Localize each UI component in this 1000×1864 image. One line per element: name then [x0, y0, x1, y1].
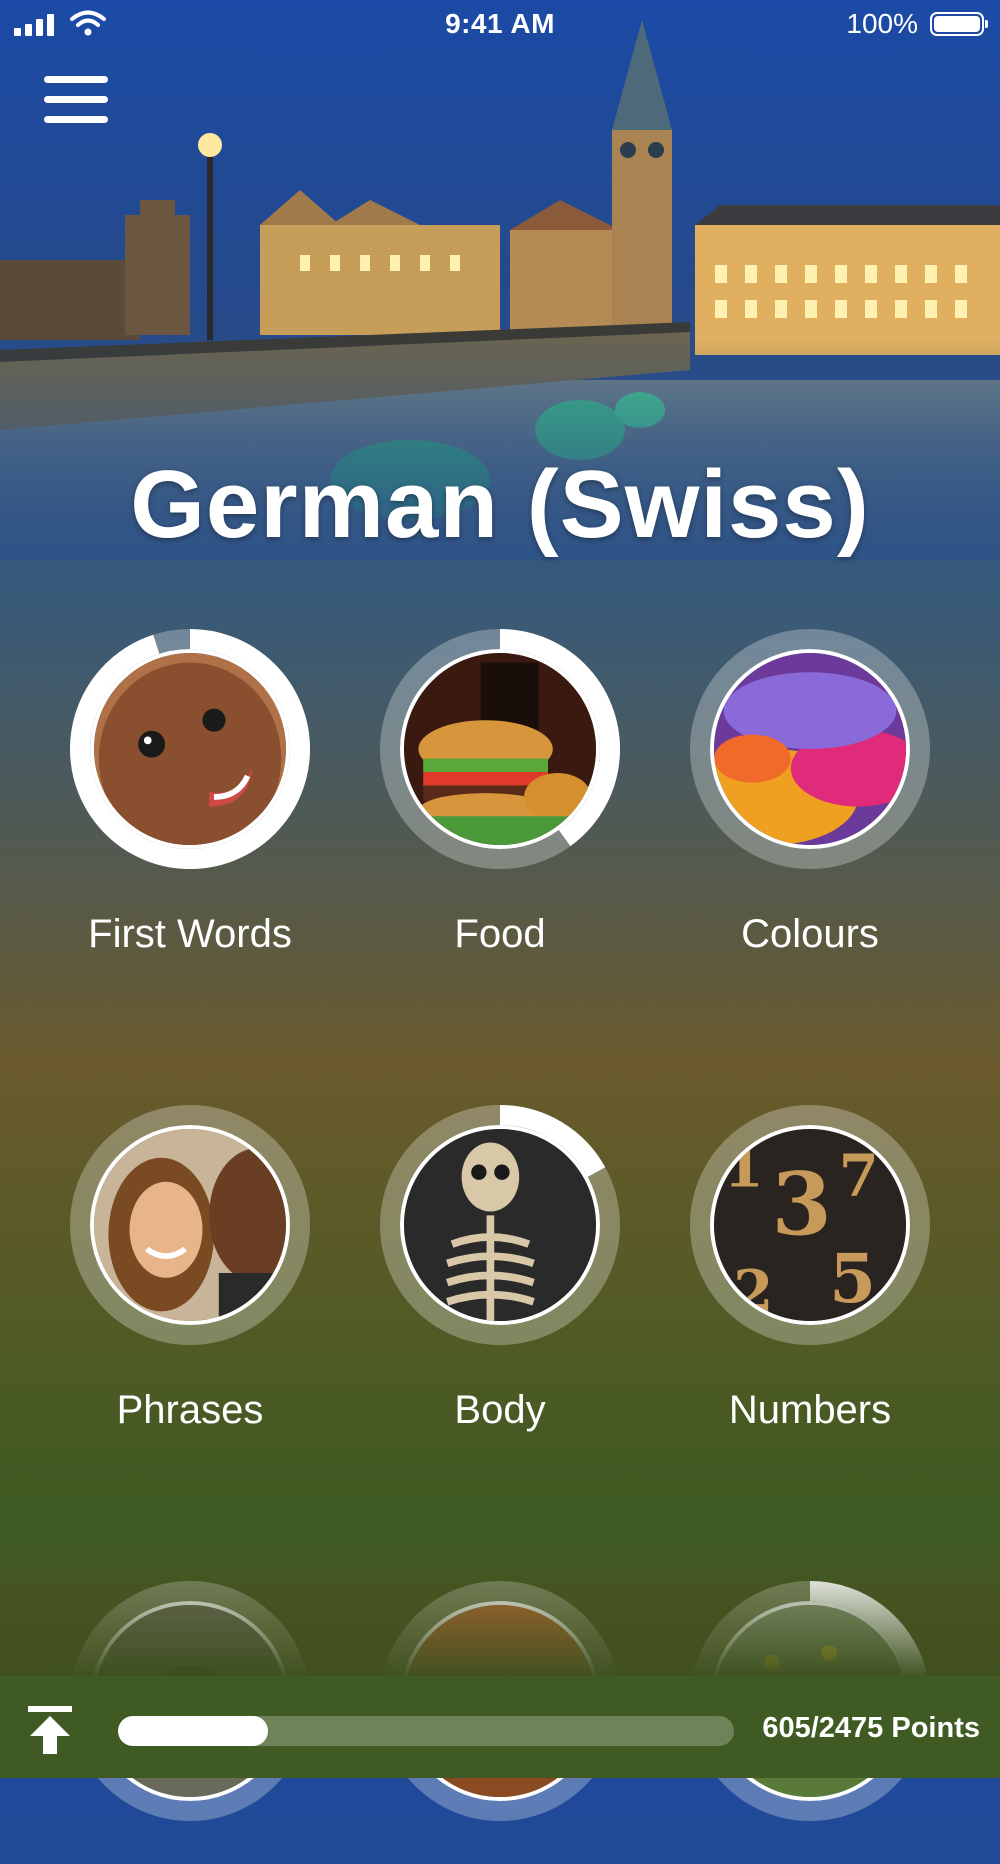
svg-text:7: 7 [839, 1142, 879, 1210]
points-text: 605/2475 Points [762, 1712, 980, 1744]
status-bar: 9:41 AM 100% [0, 0, 1000, 50]
bottom-bar: 605/2475 Points [0, 1676, 1000, 1778]
topic-image: 31752 [710, 1125, 910, 1325]
topic-image [90, 1125, 290, 1325]
svg-text:3: 3 [772, 1155, 832, 1256]
topic-progress-ring: 31752 [689, 1104, 931, 1346]
topic-card[interactable]: Phrases [40, 1104, 340, 1433]
topic-progress-ring [689, 628, 931, 870]
battery-icon [930, 12, 988, 36]
topic-label: Numbers [728, 1388, 892, 1432]
points-progress-bar [118, 1716, 734, 1746]
topic-image [90, 649, 290, 849]
topic-progress-ring [379, 628, 621, 870]
topic-label: Body [454, 1388, 546, 1432]
topic-progress-ring [379, 1104, 621, 1346]
topic-progress-ring [69, 1104, 311, 1346]
topic-label: First Words [88, 912, 292, 956]
topic-label: Phrases [116, 1388, 264, 1432]
hamburger-menu-icon[interactable] [44, 76, 110, 126]
battery-percent: 100% [846, 8, 918, 39]
topic-image [400, 649, 600, 849]
topic-card[interactable]: First Words [40, 628, 340, 957]
topic-card[interactable]: 3 1 7 5 2 Numbers [660, 1104, 960, 1433]
topic-image [400, 1125, 600, 1325]
topic-label: Food [454, 912, 546, 956]
topic-card[interactable]: Food [350, 628, 650, 957]
topic-card[interactable]: Colours [660, 628, 960, 957]
topic-label: Colours [741, 912, 879, 956]
upload-arrow-icon[interactable] [24, 1704, 76, 1756]
topic-card[interactable]: Body [350, 1104, 650, 1433]
topic-image [710, 649, 910, 849]
points-progress-fill [118, 1716, 269, 1746]
page-title: German (Swiss) [130, 451, 870, 558]
topic-progress-ring [69, 628, 311, 870]
